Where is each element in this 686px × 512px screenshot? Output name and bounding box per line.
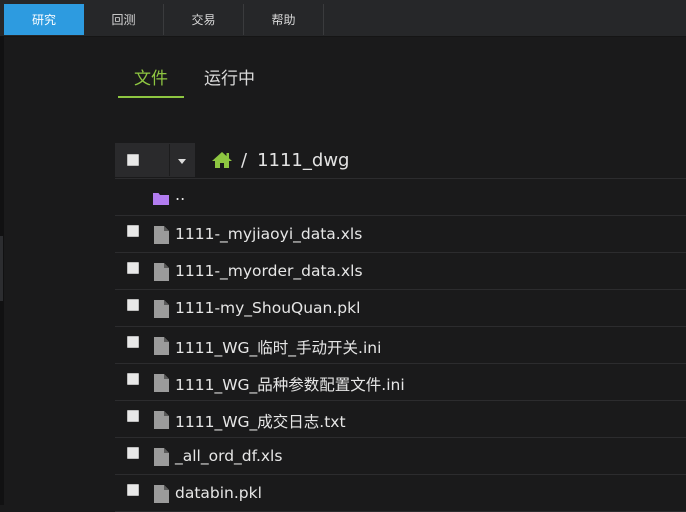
breadcrumb-current-folder[interactable]: 1111_dwg — [257, 150, 349, 171]
folder-icon — [153, 193, 169, 205]
select-all-checkbox[interactable] — [127, 154, 139, 166]
file-name-link[interactable]: 1111_WG_品种参数配置文件.ini — [175, 373, 405, 395]
tab-running[interactable]: 运行中 — [188, 64, 271, 96]
row-checkbox[interactable] — [127, 262, 139, 274]
file-browser-header: / 1111_dwg — [115, 142, 686, 179]
list-item[interactable]: 1111_WG_成交日志.txt — [115, 401, 686, 438]
file-name-link[interactable]: 1111-_myjiaoyi_data.xls — [175, 225, 362, 243]
file-name-link[interactable]: 1111_WG_成交日志.txt — [175, 410, 346, 432]
top-nav-tabs: 研究 回测 交易 帮助 — [4, 4, 324, 35]
row-checkbox[interactable] — [127, 447, 139, 459]
left-edge-strip — [0, 36, 4, 505]
nav-tab-backtest[interactable]: 回测 — [84, 4, 164, 35]
row-checkbox[interactable] — [127, 225, 139, 237]
nav-tab-research[interactable]: 研究 — [4, 4, 84, 35]
row-checkbox[interactable] — [127, 336, 139, 348]
breadcrumb: / 1111_dwg — [211, 150, 349, 171]
list-item[interactable]: 1111_WG_临时_手动开关.ini — [115, 327, 686, 364]
file-icon — [154, 263, 169, 281]
list-item-parent-folder[interactable]: .. — [115, 179, 686, 216]
nav-tab-help[interactable]: 帮助 — [244, 4, 324, 35]
select-all-area[interactable] — [116, 144, 170, 176]
row-checkbox[interactable] — [127, 373, 139, 385]
file-icon — [154, 337, 169, 355]
list-item[interactable]: 1111-_myjiaoyi_data.xls — [115, 216, 686, 253]
select-all-dropdown — [115, 143, 195, 177]
file-name-link[interactable]: 1111-_myorder_data.xls — [175, 262, 363, 280]
row-checkbox[interactable] — [127, 299, 139, 311]
list-item[interactable]: 1111_WG_品种参数配置文件.ini — [115, 364, 686, 401]
file-icon — [154, 485, 169, 503]
file-name-link[interactable]: 1111_WG_临时_手动开关.ini — [175, 336, 381, 358]
file-icon — [154, 374, 169, 392]
file-name-link[interactable]: databin.pkl — [175, 484, 262, 502]
tab-files[interactable]: 文件 — [118, 64, 184, 98]
list-item[interactable]: 1111-_myorder_data.xls — [115, 253, 686, 290]
row-checkbox[interactable] — [127, 484, 139, 496]
select-dropdown-toggle[interactable] — [170, 144, 194, 176]
row-checkbox[interactable] — [127, 410, 139, 422]
parent-folder-link[interactable]: .. — [175, 185, 185, 204]
list-item[interactable]: 1111-my_ShouQuan.pkl — [115, 290, 686, 327]
top-navigation-bar: 研究 回测 交易 帮助 — [0, 0, 686, 37]
file-icon — [154, 411, 169, 429]
list-item[interactable]: databin.pkl — [115, 475, 686, 512]
content-tabs: 文件 运行中 — [118, 64, 275, 98]
file-icon — [154, 448, 169, 466]
home-icon[interactable] — [211, 151, 233, 169]
list-item[interactable]: _all_ord_df.xls — [115, 438, 686, 475]
caret-down-icon — [178, 158, 186, 164]
file-name-link[interactable]: _all_ord_df.xls — [175, 447, 282, 465]
nav-tab-trade[interactable]: 交易 — [164, 4, 244, 35]
file-icon — [154, 300, 169, 318]
file-browser: / 1111_dwg .. 1111-_myjiaoyi_data.xls 11… — [115, 142, 686, 512]
left-edge-marker — [0, 236, 3, 301]
breadcrumb-separator: / — [241, 149, 248, 171]
file-icon — [154, 226, 169, 244]
file-name-link[interactable]: 1111-my_ShouQuan.pkl — [175, 299, 360, 317]
